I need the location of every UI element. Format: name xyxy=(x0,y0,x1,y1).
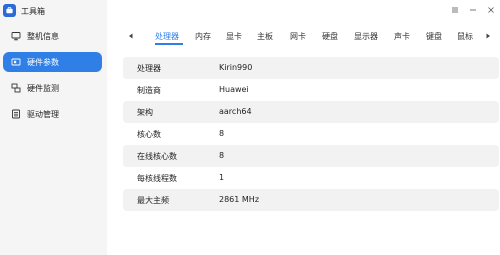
active-tab-indicator xyxy=(155,43,183,45)
row-value: Huawei xyxy=(219,85,249,94)
row-key: 制造商 xyxy=(137,86,161,95)
row-key: 在线核心数 xyxy=(137,152,177,161)
tab-gpu[interactable]: 显卡 xyxy=(226,31,242,42)
driver-icon xyxy=(11,109,21,119)
tab-scroll-right-button[interactable] xyxy=(482,25,494,47)
tab-cpu[interactable]: 处理器 xyxy=(155,31,179,42)
close-button[interactable] xyxy=(482,0,500,22)
row-value: aarch64 xyxy=(219,107,252,116)
toolbox-app-icon xyxy=(3,4,16,17)
row-key: 每核线程数 xyxy=(137,174,177,183)
close-icon xyxy=(487,6,495,16)
tab-keyboard[interactable]: 键盘 xyxy=(426,31,442,42)
sidebar-item-machine-info[interactable]: 整机信息 xyxy=(3,26,102,46)
tab-memory[interactable]: 内存 xyxy=(195,31,211,42)
window-controls xyxy=(446,0,500,22)
row-value: 2861 MHz xyxy=(219,195,260,204)
sidebar-item-label: 硬件参数 xyxy=(27,58,59,67)
row-key: 处理器 xyxy=(137,64,161,73)
tab-network-card[interactable]: 网卡 xyxy=(290,31,306,42)
sidebar-item-label: 硬件监测 xyxy=(27,84,59,93)
menu-button[interactable] xyxy=(446,0,464,22)
tab-mouse[interactable]: 鼠标 xyxy=(457,31,479,42)
row-key: 最大主频 xyxy=(137,196,169,205)
row-value: 1 xyxy=(219,173,225,182)
row-value: 8 xyxy=(219,129,225,138)
sidebar-item-label: 驱动管理 xyxy=(27,110,59,119)
main-panel: 处理器 内存 显卡 主板 网卡 硬盘 显示器 声卡 键盘 鼠标 处理器 Kiri… xyxy=(107,0,500,255)
sidebar-item-label: 整机信息 xyxy=(27,32,59,41)
tab-bar: 处理器 内存 显卡 主板 网卡 硬盘 显示器 声卡 键盘 鼠标 xyxy=(121,25,500,47)
tab-sound-card[interactable]: 声卡 xyxy=(394,31,410,42)
sidebar-item-hardware-monitor[interactable]: 硬件监测 xyxy=(3,78,102,98)
row-value: 8 xyxy=(219,151,225,160)
row-key: 架构 xyxy=(137,108,153,117)
table-row: 每核线程数 1 xyxy=(123,167,499,189)
tab-display[interactable]: 显示器 xyxy=(354,31,378,42)
table-row: 在线核心数 8 xyxy=(123,145,499,167)
table-row: 核心数 8 xyxy=(123,123,499,145)
sidebar-item-hardware-params[interactable]: 硬件参数 xyxy=(3,52,102,72)
computer-icon xyxy=(11,31,21,41)
table-row: 架构 aarch64 xyxy=(123,101,499,123)
title-bar: 工具箱 xyxy=(0,0,107,22)
chevron-right-icon xyxy=(485,32,491,41)
tab-motherboard[interactable]: 主板 xyxy=(257,31,273,42)
cpu-details-table: 处理器 Kirin990 制造商 Huawei 架构 aarch64 核心数 8… xyxy=(123,57,499,211)
tab-disk[interactable]: 硬盘 xyxy=(322,31,338,42)
tab-scroll-left-button[interactable] xyxy=(125,25,137,47)
app-window: 工具箱 整机信息 硬件参数 硬件监测 驱动管理 处理器 内存 显卡 主板 网卡 … xyxy=(0,0,500,255)
minimize-icon xyxy=(469,6,477,16)
sidebar-item-driver-manager[interactable]: 驱动管理 xyxy=(3,104,102,124)
sidebar: 工具箱 整机信息 硬件参数 硬件监测 驱动管理 xyxy=(0,0,107,255)
table-row: 制造商 Huawei xyxy=(123,79,499,101)
monitor-icon xyxy=(11,83,21,93)
hardware-icon xyxy=(11,57,21,67)
app-title: 工具箱 xyxy=(21,7,45,16)
table-row: 处理器 Kirin990 xyxy=(123,57,499,79)
row-value: Kirin990 xyxy=(219,63,253,72)
table-row: 最大主频 2861 MHz xyxy=(123,189,499,211)
minimize-button[interactable] xyxy=(464,0,482,22)
chevron-left-icon xyxy=(128,32,134,41)
menu-icon xyxy=(451,6,459,16)
row-key: 核心数 xyxy=(137,130,161,139)
